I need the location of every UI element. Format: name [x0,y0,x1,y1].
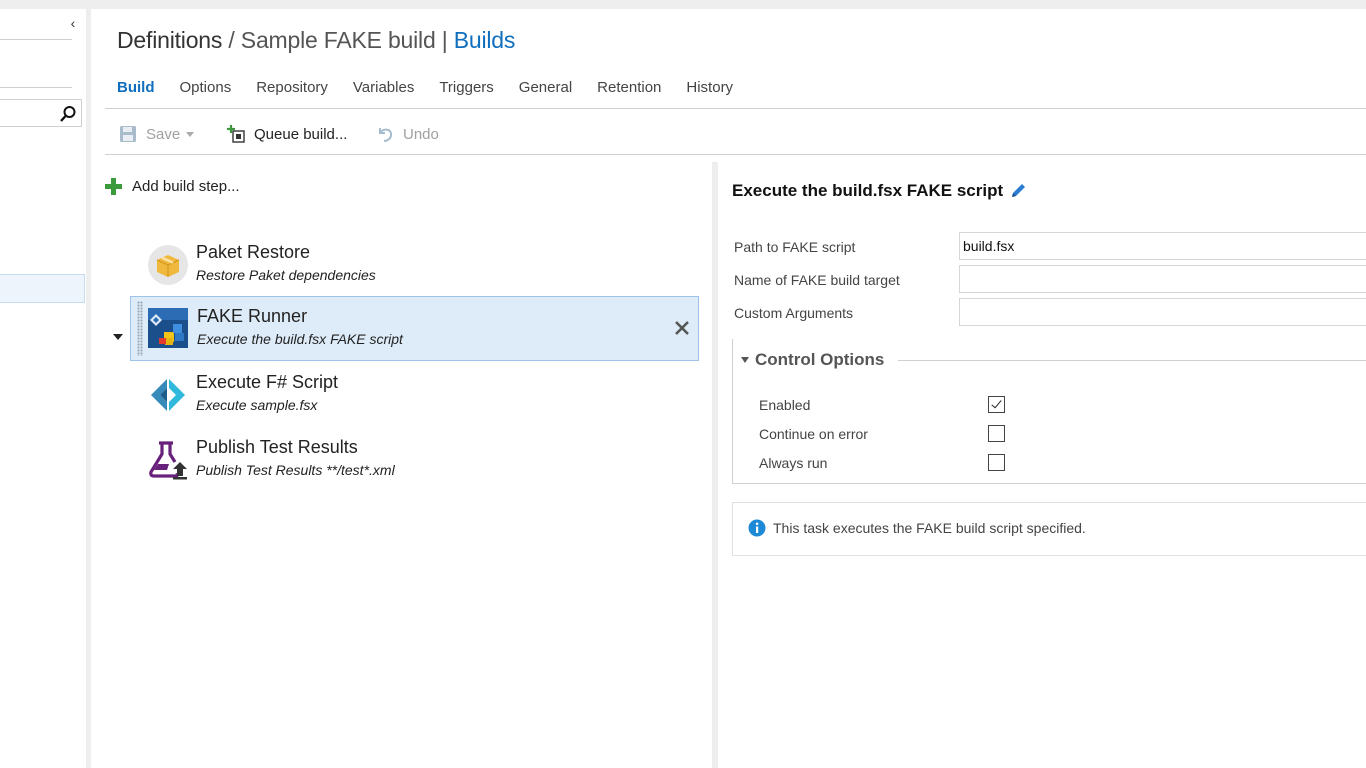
queue-build-label: Queue build... [254,125,348,143]
tab-variables[interactable]: Variables [353,79,414,99]
definition-tabs: Build Options Repository Variables Trigg… [117,79,758,99]
plus-icon [105,178,122,195]
field-label-path: Path to FAKE script [734,239,856,255]
step-name: FAKE Runner [197,306,308,326]
selected-definition-item[interactable] [0,274,85,303]
tab-general[interactable]: General [519,79,572,99]
breadcrumb-definitions[interactable]: Definitions [117,27,222,53]
info-text: This task executes the FAKE build script… [773,520,1086,536]
add-build-step-button[interactable]: Add build step... [105,178,240,195]
build-step-execute-fsharp[interactable]: Execute F# Script Execute sample.fsx [130,363,699,428]
tab-history[interactable]: History [686,79,733,99]
definition-name: Sample FAKE build [240,27,436,53]
option-label-always-run: Always run [759,455,828,471]
left-panel-divider [0,87,72,88]
queue-build-button[interactable]: Queue build... [227,123,347,145]
page-title: Definitions / Sample FAKE build | Builds [117,27,515,54]
build-step-fake-runner[interactable]: FAKE Runner Execute the build.fsx FAKE s… [130,296,699,361]
info-icon [748,519,766,537]
save-icon [120,126,136,142]
step-description: Publish Test Results **/test*.xml [196,462,395,478]
left-panel: ‹ [0,9,86,768]
undo-icon [379,128,393,142]
step-name: Paket Restore [196,242,311,262]
custom-arguments-input[interactable] [959,298,1366,326]
step-description: Restore Paket dependencies [196,267,376,283]
save-dropdown-icon[interactable] [186,131,195,137]
build-steps-pane: Add build step... Paket Restore Restore … [91,156,711,768]
edit-pencil-icon[interactable] [1009,182,1027,200]
task-detail-pane: Execute the build.fsx FAKE script Path t… [718,156,1366,768]
package-icon [148,245,188,285]
enabled-checkbox[interactable] [988,396,1005,413]
undo-label: Undo [403,125,439,143]
fsharp-icon [151,379,185,411]
top-strip [0,0,1366,9]
tab-retention[interactable]: Retention [597,79,661,99]
add-build-step-label: Add build step... [132,178,240,195]
fake-script-path-input[interactable] [959,232,1366,260]
collapse-panel-button[interactable]: ‹ [66,15,80,31]
left-panel-divider [0,39,72,40]
breadcrumb-separator: / [228,27,235,53]
save-button[interactable]: Save [119,123,195,145]
field-label-target: Name of FAKE build target [734,272,900,288]
toolbar: Save Queue build... Undo [105,109,1366,155]
build-step-publish-test-results[interactable]: Publish Test Results Publish Test Result… [130,428,699,493]
option-label-continue-on-error: Continue on error [759,426,868,442]
continue-on-error-checkbox[interactable] [988,425,1005,442]
main-area: Definitions / Sample FAKE build | Builds… [91,9,1366,768]
expand-step-icon[interactable] [113,334,123,340]
build-step-paket-restore[interactable]: Paket Restore Restore Paket dependencies [130,233,699,298]
control-options-heading: Control Options [755,350,885,369]
control-options-toggle[interactable]: Control Options [741,350,884,370]
always-run-checkbox[interactable] [988,454,1005,471]
task-title-text: Execute the build.fsx FAKE script [732,181,1004,200]
step-name: Publish Test Results [196,437,358,457]
flask-upload-icon [149,441,187,480]
save-label: Save [146,125,181,143]
build-target-input[interactable] [959,265,1366,293]
tab-repository[interactable]: Repository [256,79,328,99]
remove-step-icon[interactable] [672,318,692,338]
drag-handle[interactable] [137,301,143,356]
field-label-arguments: Custom Arguments [734,305,854,321]
task-title: Execute the build.fsx FAKE script [732,181,1027,201]
collapse-triangle-icon [741,357,749,363]
queue-build-icon [227,125,245,143]
fake-runner-icon [148,308,188,348]
search-icon[interactable] [59,105,77,123]
tab-build[interactable]: Build [117,79,155,99]
tab-triggers[interactable]: Triggers [439,79,493,99]
definition-search-input[interactable] [0,99,82,127]
undo-button[interactable]: Undo [376,123,439,145]
title-pipe: | [441,27,448,53]
step-name: Execute F# Script [196,372,339,392]
control-options-section: Control Options Enabled Continue on erro… [732,339,1366,484]
step-description: Execute sample.fsx [196,397,318,413]
option-label-enabled: Enabled [759,397,811,413]
section-divider [898,360,1366,361]
info-box: This task executes the FAKE build script… [732,502,1366,556]
step-description: Execute the build.fsx FAKE script [197,331,403,347]
tab-options[interactable]: Options [180,79,232,99]
builds-link[interactable]: Builds [454,27,516,53]
